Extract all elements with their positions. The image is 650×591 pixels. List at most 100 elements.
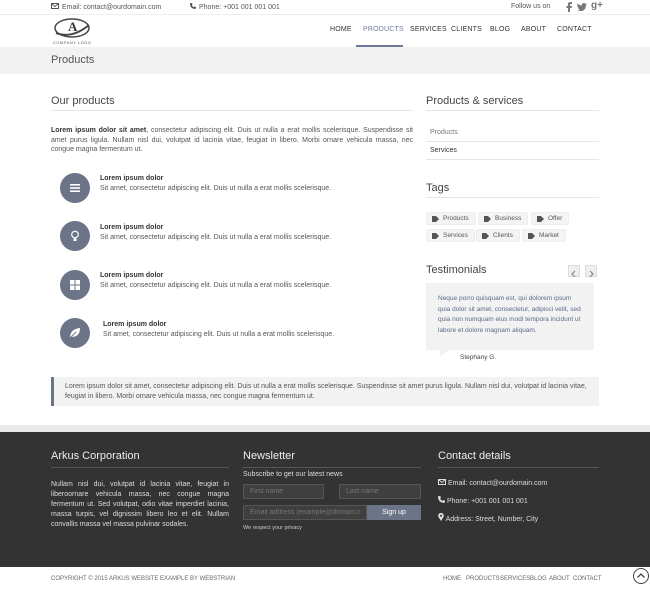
footer-email: Email: contact@ourdomain.com: [438, 479, 547, 487]
phone-icon: [190, 3, 196, 9]
tag-services[interactable]: Services: [426, 229, 475, 242]
tag-icon: [432, 216, 439, 222]
tag-business[interactable]: Business: [478, 212, 529, 225]
intro-paragraph: Lorem ipsum dolor sit amet, consectetur …: [51, 126, 413, 155]
bottom-link-services[interactable]: SERVICES: [500, 576, 530, 582]
feature-title: Lorem ipsum dolor: [100, 272, 164, 279]
envelope-icon: [51, 3, 59, 9]
speech-pointer: [440, 349, 452, 356]
tag-icon: [432, 233, 439, 239]
list-divider: [426, 141, 599, 142]
feature-circle: [60, 221, 90, 251]
highlight-quote: Lorem ipsum dolor sit amet, consectetur …: [51, 377, 599, 406]
footer-spacer: [0, 425, 650, 432]
testimonials-heading: Testimonials: [426, 264, 487, 276]
tag-clients[interactable]: Clients: [476, 229, 520, 242]
bottom-link-about[interactable]: ABOUT: [549, 576, 570, 582]
nav-home[interactable]: HOME: [330, 26, 352, 33]
tag-market[interactable]: Market: [522, 229, 566, 242]
chevron-left-icon: [571, 270, 576, 278]
sidebar-ps-heading: Products & services: [426, 95, 524, 107]
nav-products[interactable]: PRODUCTS: [363, 26, 404, 33]
feature-title: Lorem ipsum dolor: [100, 175, 164, 182]
top-phone-text: Phone: +001 001 001 001: [199, 4, 280, 11]
bottom-link-contact[interactable]: CONTACT: [573, 576, 602, 582]
chevron-right-icon: [589, 270, 594, 278]
feature-circle: [60, 173, 90, 203]
nav-clients[interactable]: CLIENTS: [451, 26, 482, 33]
list-divider: [426, 159, 599, 160]
feature-text: Sit amet, consectetur adipiscing elit. D…: [100, 185, 332, 192]
top-email[interactable]: Email: contact@ourdomain.com: [51, 3, 161, 11]
bottom-link-blog[interactable]: BLOG: [530, 576, 547, 582]
testimonial-box: Neque porro quisquam est, qui dolorem ip…: [426, 283, 594, 350]
follow-label: Follow us on: [511, 3, 551, 10]
chevron-up-icon: [637, 573, 645, 578]
phone-icon: [438, 496, 445, 503]
nav-blog[interactable]: BLOG: [490, 26, 510, 33]
footer-about-text: Nullam nisl dui, volutpat id lacinia vit…: [51, 481, 229, 528]
feature-title: Lorem ipsum dolor: [103, 321, 167, 328]
heading-rule: [426, 110, 599, 111]
grid-icon: [70, 280, 80, 290]
bottom-bar: COPYRIGHT © 2015 ARKUS WEBSITE EXAMPLE B…: [0, 567, 650, 591]
tag-products[interactable]: Products: [426, 212, 476, 225]
sidebar-item-products[interactable]: Products: [430, 129, 458, 136]
testimonial-next-button[interactable]: [585, 265, 597, 278]
top-phone: Phone: +001 001 001 001: [190, 3, 280, 11]
footer-phone: Phone: +001 001 001 001: [438, 496, 528, 505]
intro-bold: Lorem ipsum dolor sit amet: [51, 127, 147, 134]
newsletter-heading: Newsletter: [243, 450, 295, 462]
feature-circle: [60, 318, 90, 348]
scroll-top-button[interactable]: [633, 568, 649, 584]
leaf-icon: [69, 328, 80, 339]
nav-about[interactable]: ABOUT: [521, 26, 546, 33]
footer-rule: [243, 467, 421, 468]
top-email-text: Email: contact@ourdomain.com: [62, 4, 162, 11]
twitter-icon[interactable]: [577, 3, 587, 11]
last-name-input[interactable]: [339, 484, 421, 499]
company-logo[interactable]: A COMPANY LOGO: [53, 17, 93, 47]
bottom-link-home[interactable]: HOME: [443, 576, 461, 582]
map-marker-icon: [438, 512, 444, 521]
list-icon: [70, 184, 80, 192]
sidebar-item-services[interactable]: Services: [430, 147, 457, 154]
first-name-input[interactable]: [243, 484, 324, 499]
logo-letter: A: [68, 19, 78, 34]
top-bar: Email: contact@ourdomain.com Phone: +001…: [0, 0, 650, 14]
privacy-note: We respect your privacy: [243, 525, 302, 531]
tag-icon: [528, 233, 535, 239]
testimonial-author: Stephany G.: [460, 354, 497, 361]
testimonial-text: Neque porro quisquam est, qui dolorem ip…: [438, 295, 581, 334]
footer-rule: [51, 467, 229, 468]
facebook-icon[interactable]: [566, 2, 572, 12]
tag-offer[interactable]: Offer: [531, 212, 570, 225]
google-plus-icon[interactable]: g+: [591, 0, 603, 11]
tags-heading: Tags: [426, 182, 450, 194]
nav-contact[interactable]: CONTACT: [557, 26, 592, 33]
signup-button[interactable]: Sign up: [367, 505, 421, 520]
page-title: Products: [51, 54, 95, 66]
footer-about-heading: Arkus Corporation: [51, 450, 140, 462]
feature-title: Lorem ipsum dolor: [100, 224, 164, 231]
feature-text: Sit amet, consectetur adipiscing elit. D…: [100, 234, 332, 241]
newsletter-email-input[interactable]: [243, 505, 367, 520]
bottom-link-products[interactable]: PRODUCTS: [466, 576, 500, 582]
tag-icon: [484, 216, 491, 222]
heading-rule: [51, 110, 413, 111]
footer: Arkus Corporation Nullam nisl dui, volut…: [0, 432, 650, 567]
tag-icon: [482, 233, 489, 239]
feature-text: Sit amet, consectetur adipiscing elit. D…: [103, 331, 335, 338]
envelope-icon: [438, 479, 446, 485]
footer-address: Address: Street, Number, City: [438, 512, 538, 523]
footer-rule: [438, 467, 599, 468]
heading-rule: [426, 197, 599, 198]
highlight-quote-text: Lorem ipsum dolor sit amet, consectetur …: [65, 383, 587, 400]
nav-services[interactable]: SERVICES: [410, 26, 447, 33]
tag-icon: [537, 216, 544, 222]
testimonial-prev-button[interactable]: [568, 265, 580, 278]
products-heading: Our products: [51, 95, 115, 107]
newsletter-subtitle: Subscribe to get our latest news: [243, 471, 343, 478]
page-title-bar: Products: [0, 47, 650, 74]
lightbulb-icon: [71, 230, 79, 241]
